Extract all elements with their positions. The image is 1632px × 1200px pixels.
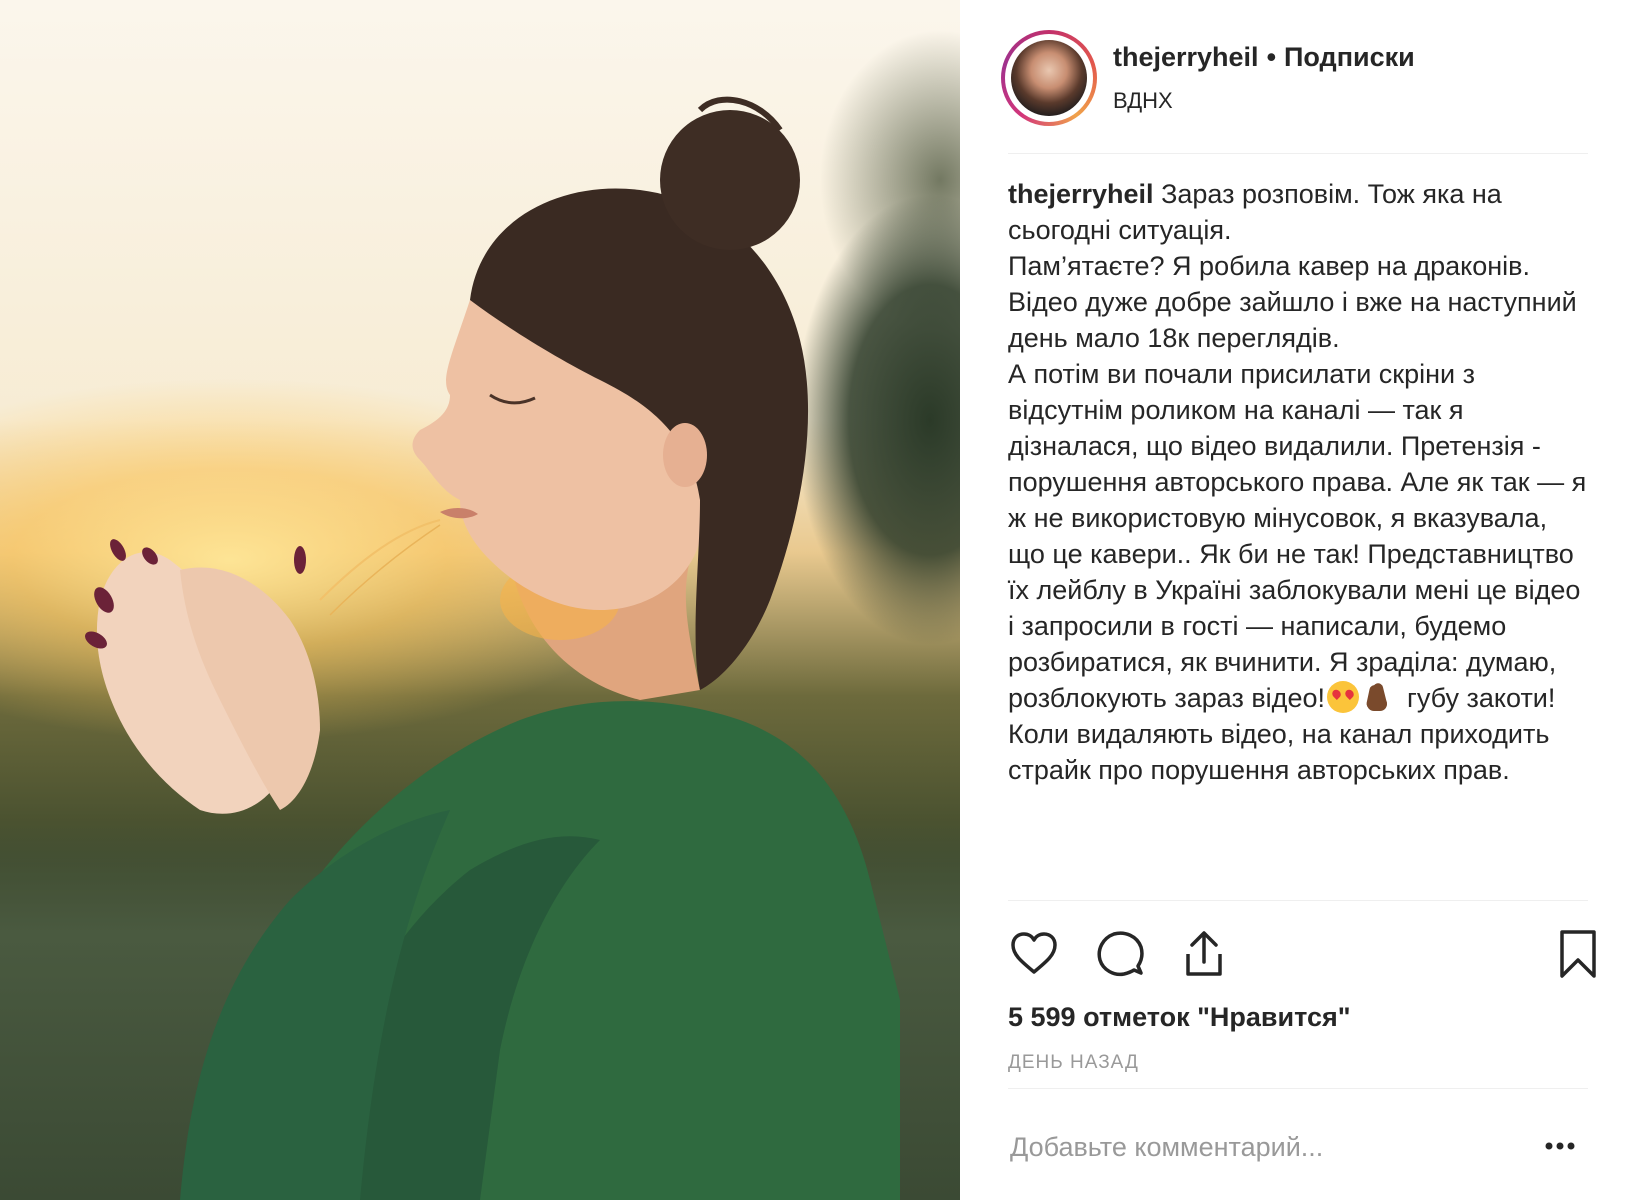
more-options-icon[interactable]: [1540, 1128, 1580, 1164]
photo-subject-woman: [85, 96, 900, 1200]
comment-input[interactable]: [1008, 1126, 1532, 1168]
comment-icon[interactable]: [1094, 928, 1146, 980]
location-link[interactable]: ВДНХ: [1113, 88, 1173, 114]
post-photo[interactable]: [0, 0, 960, 1200]
caption-text-2: Пам’ятаєте? Я робила кавер на драконів. …: [1008, 251, 1577, 353]
share-icon[interactable]: [1178, 928, 1230, 980]
following-button[interactable]: Подписки: [1284, 42, 1415, 72]
bookmark-icon[interactable]: [1558, 928, 1598, 980]
post-header: thejerryheil • Подписки: [1113, 42, 1415, 73]
heart-eyes-emoji-icon: [1326, 681, 1359, 713]
crossed-fingers-emoji-icon: [1365, 681, 1391, 713]
like-icon[interactable]: [1008, 928, 1060, 980]
avatar-image: [1011, 40, 1087, 116]
header-separator: •: [1266, 42, 1277, 72]
likes-count[interactable]: 5 599 отметок "Нравится": [1008, 1002, 1351, 1033]
caption-text-3-end: губу закоти!: [1406, 683, 1556, 713]
comments-divider: [1008, 1088, 1588, 1089]
caption-username[interactable]: thejerryheil: [1008, 179, 1154, 209]
action-bar: [1008, 928, 1596, 982]
author-username[interactable]: thejerryheil: [1113, 42, 1259, 72]
header-divider: [1008, 153, 1588, 154]
post-timestamp[interactable]: ДЕНЬ НАЗАД: [1008, 1052, 1139, 1074]
caption-divider: [1008, 900, 1588, 901]
caption-text-3: А потім ви почали присилати скріни з від…: [1008, 359, 1587, 713]
post-caption: thejerryheil Зараз розповім. Тож яка на …: [1008, 176, 1588, 788]
caption-text-4: Коли видаляють відео, на канал приходить…: [1008, 719, 1550, 785]
avatar[interactable]: [1001, 30, 1097, 126]
post-details-panel: thejerryheil • Подписки ВДНХ thejerryheil …: [960, 0, 1632, 1200]
